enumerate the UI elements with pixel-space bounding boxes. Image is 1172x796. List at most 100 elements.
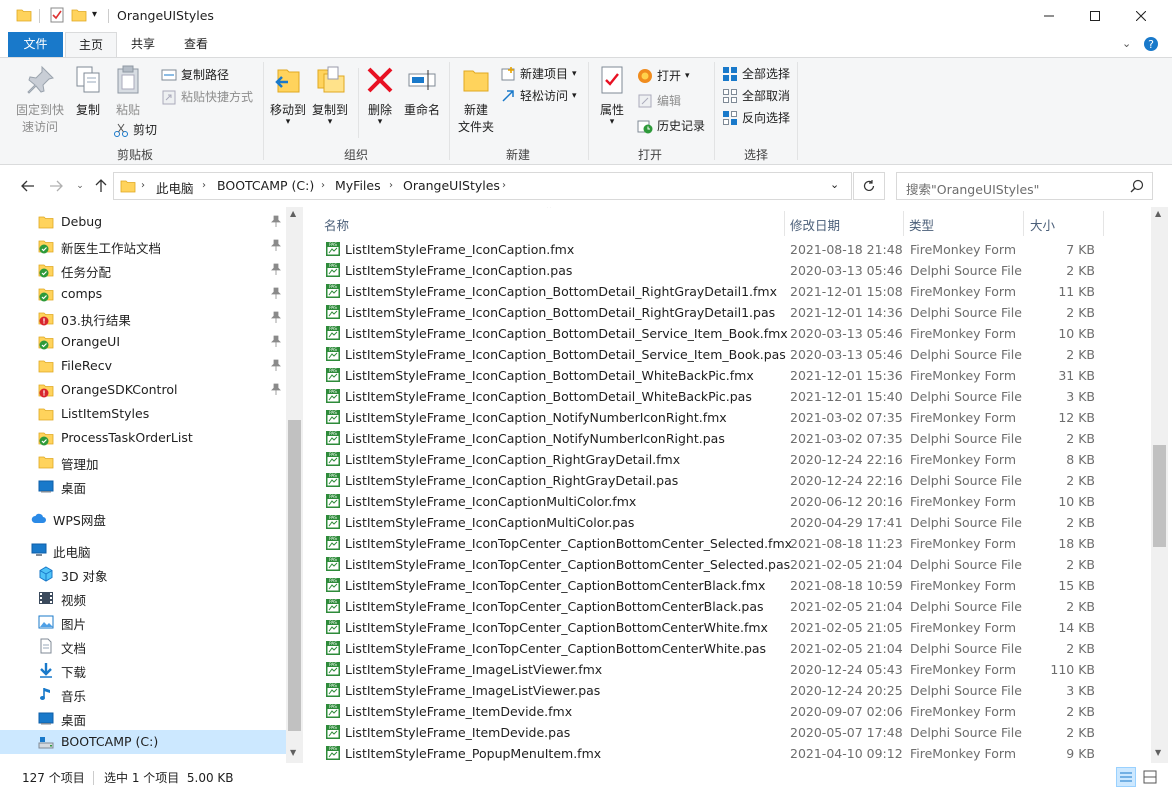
search-input[interactable]: 搜索"OrangeUIStyles" xyxy=(896,172,1153,200)
address-history-dropdown-icon[interactable]: ⌄ xyxy=(830,178,839,191)
file-row[interactable]: PAS ListItemStyleFrame_IconTopCenter_Capt… xyxy=(322,596,1112,617)
recent-locations-button[interactable]: ⌄ xyxy=(72,178,88,194)
forward-button[interactable] xyxy=(48,178,64,194)
refresh-button[interactable] xyxy=(853,172,885,200)
pin-quick-access-button[interactable]: 固定到快 速访问 xyxy=(14,64,66,135)
close-button[interactable] xyxy=(1118,0,1164,32)
file-row[interactable]: PAS ListItemStyleFrame_IconCaptionMultiCo… xyxy=(322,491,1112,512)
file-row[interactable]: PAS ListItemStyleFrame_IconTopCenter_Capt… xyxy=(322,533,1112,554)
nav-item-download[interactable]: 下载 xyxy=(0,658,286,682)
nav-item-3d-objects[interactable]: 3D 对象 xyxy=(0,562,286,586)
properties-button[interactable]: 属性 ▾ xyxy=(595,64,629,127)
up-button[interactable] xyxy=(93,178,109,194)
scroll-down-icon[interactable]: ▼ xyxy=(290,748,296,757)
cut-button[interactable]: 剪切 xyxy=(113,121,157,138)
invert-selection-button[interactable]: 反向选择 xyxy=(722,109,790,126)
file-list-scroll-thumb[interactable] xyxy=(1153,445,1166,547)
nav-item-music[interactable]: 音乐 xyxy=(0,682,286,706)
file-row[interactable]: PAS ListItemStyleFrame_IconCaption_Bottom… xyxy=(322,344,1112,365)
nav-item-quick-access[interactable]: 桌面 xyxy=(0,474,286,498)
file-row[interactable]: PAS ListItemStyleFrame_IconTopCenter_Capt… xyxy=(322,638,1112,659)
nav-item-quick-access[interactable]: 03.执行结果 xyxy=(0,306,286,330)
nav-item-pictures[interactable]: 图片 xyxy=(0,610,286,634)
file-row[interactable]: PAS ListItemStyleFrame_PopupMenuItem.fmx 2… xyxy=(322,743,1112,763)
maximize-button[interactable] xyxy=(1072,0,1118,32)
select-none-button[interactable]: 全部取消 xyxy=(722,87,790,104)
paste-shortcut-button[interactable]: 粘贴快捷方式 xyxy=(161,88,253,105)
open-button[interactable]: 打开 ▾ xyxy=(637,67,690,84)
breadcrumb-myfiles[interactable]: MyFiles xyxy=(335,178,381,193)
breadcrumb-this-pc[interactable]: 此电脑 xyxy=(156,178,194,197)
breadcrumb-current-folder[interactable]: OrangeUIStyles xyxy=(403,178,500,193)
file-row[interactable]: PAS ListItemStyleFrame_ItemDevide.pas 2020… xyxy=(322,722,1112,743)
file-row[interactable]: PAS ListItemStyleFrame_IconCaptionMultiCo… xyxy=(322,512,1112,533)
nav-item-quick-access[interactable]: Debug xyxy=(0,210,286,234)
file-row[interactable]: PAS ListItemStyleFrame_IconTopCenter_Capt… xyxy=(322,554,1112,575)
nav-item-quick-access[interactable]: ProcessTaskOrderList xyxy=(0,426,286,450)
file-row[interactable]: PAS ListItemStyleFrame_IconCaption_Bottom… xyxy=(322,365,1112,386)
details-view-button[interactable] xyxy=(1116,767,1136,787)
file-row[interactable]: PAS ListItemStyleFrame_IconCaption.fmx 202… xyxy=(322,239,1112,260)
scroll-down-icon[interactable]: ▼ xyxy=(1155,748,1161,757)
help-icon[interactable]: ? xyxy=(1143,36,1159,55)
new-folder-icon[interactable] xyxy=(71,7,87,26)
file-list-scrollbar[interactable]: ▲ ▼ xyxy=(1151,207,1168,763)
nav-item-drive[interactable]: BOOTCAMP (C:) xyxy=(0,730,286,754)
file-row[interactable]: PAS ListItemStyleFrame_IconCaption_Bottom… xyxy=(322,281,1112,302)
copy-button[interactable]: 复制 xyxy=(70,64,106,118)
nav-item-video[interactable]: 视频 xyxy=(0,586,286,610)
file-row[interactable]: PAS ListItemStyleFrame_IconCaption_Bottom… xyxy=(322,302,1112,323)
file-row[interactable]: PAS ListItemStyleFrame_IconTopCenter_Capt… xyxy=(322,575,1112,596)
paste-button[interactable]: 粘贴 xyxy=(110,64,146,118)
nav-item-quick-access[interactable]: FileRecv xyxy=(0,354,286,378)
new-item-button[interactable]: 新建项目 ▾ xyxy=(500,65,577,82)
nav-scrollbar[interactable]: ▲ ▼ xyxy=(286,207,303,763)
nav-item-quick-access[interactable]: 任务分配 xyxy=(0,258,286,282)
nav-item-documents[interactable]: 文档 xyxy=(0,634,286,658)
column-header-type[interactable]: 类型 xyxy=(909,215,934,234)
column-divider[interactable] xyxy=(1023,211,1024,236)
scroll-up-icon[interactable]: ▲ xyxy=(1155,209,1161,218)
nav-item-quick-access[interactable]: 新医生工作站文档 xyxy=(0,234,286,258)
address-bar[interactable]: › 此电脑 › BOOTCAMP (C:) › MyFiles › Orange… xyxy=(113,172,852,200)
breadcrumb-drive[interactable]: BOOTCAMP (C:) xyxy=(217,178,314,193)
column-divider[interactable] xyxy=(903,211,904,236)
column-divider[interactable] xyxy=(784,211,785,236)
collapse-ribbon-icon[interactable]: ⌄ xyxy=(1122,37,1131,50)
copy-to-button[interactable]: 复制到 ▾ xyxy=(310,64,350,127)
file-row[interactable]: PAS ListItemStyleFrame_IconCaption_RightG… xyxy=(322,449,1112,470)
nav-item-desktop[interactable]: 桌面 xyxy=(0,706,286,730)
tab-share[interactable]: 共享 xyxy=(118,32,168,57)
select-all-button[interactable]: 全部选择 xyxy=(722,65,790,82)
file-row[interactable]: PAS ListItemStyleFrame_IconCaption.pas 202… xyxy=(322,260,1112,281)
new-folder-button[interactable]: 新建 文件夹 xyxy=(455,64,497,135)
easy-access-button[interactable]: 轻松访问 ▾ xyxy=(500,87,577,104)
file-row[interactable]: PAS ListItemStyleFrame_IconCaption_Notify… xyxy=(322,407,1112,428)
scroll-up-icon[interactable]: ▲ xyxy=(290,209,296,218)
rename-button[interactable]: 重命名 xyxy=(401,64,443,118)
history-button[interactable]: 历史记录 xyxy=(637,117,705,134)
file-row[interactable]: PAS ListItemStyleFrame_IconCaption_Bottom… xyxy=(322,323,1112,344)
nav-item-quick-access[interactable]: comps xyxy=(0,282,286,306)
file-row[interactable]: PAS ListItemStyleFrame_ImageListViewer.pa… xyxy=(322,680,1112,701)
file-row[interactable]: PAS ListItemStyleFrame_IconCaption_Notify… xyxy=(322,428,1112,449)
nav-item-quick-access[interactable]: 管理加 xyxy=(0,450,286,474)
copy-path-button[interactable]: 复制路径 xyxy=(161,66,229,83)
file-row[interactable]: PAS ListItemStyleFrame_IconTopCenter_Capt… xyxy=(322,617,1112,638)
column-header-name[interactable]: 名称 xyxy=(324,215,349,234)
customize-qat-icon[interactable]: ▾ xyxy=(92,9,97,20)
column-divider[interactable] xyxy=(1103,211,1104,236)
minimize-button[interactable] xyxy=(1026,0,1072,32)
back-button[interactable] xyxy=(20,178,36,194)
large-icons-view-button[interactable] xyxy=(1140,767,1160,787)
move-to-button[interactable]: 移动到 ▾ xyxy=(268,64,308,127)
tab-home[interactable]: 主页 xyxy=(65,32,117,58)
file-row[interactable]: PAS ListItemStyleFrame_ImageListViewer.fm… xyxy=(322,659,1112,680)
properties-check-icon[interactable] xyxy=(49,7,65,26)
nav-item-quick-access[interactable]: OrangeSDKControl xyxy=(0,378,286,402)
nav-scroll-thumb[interactable] xyxy=(288,420,301,731)
edit-button[interactable]: 编辑 xyxy=(637,92,681,109)
column-header-date[interactable]: 修改日期 xyxy=(790,215,840,234)
nav-item-this-pc[interactable]: 此电脑 xyxy=(0,538,286,562)
column-header-size[interactable]: 大小 xyxy=(1030,215,1055,234)
